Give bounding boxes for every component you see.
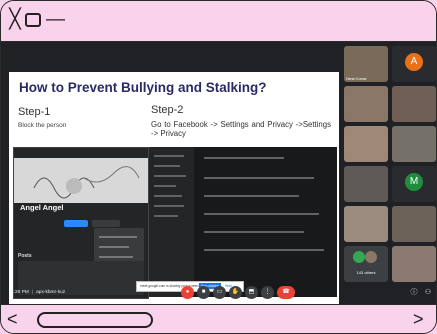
sidebar-line bbox=[154, 155, 184, 157]
scroll-left-icon[interactable]: < bbox=[7, 309, 18, 329]
present-icon: ⬒ bbox=[248, 289, 255, 295]
settings-row bbox=[204, 195, 299, 197]
participant-tile[interactable]: A bbox=[392, 46, 436, 82]
more-participants-tile[interactable]: 143 others bbox=[344, 246, 388, 282]
phone-hangup-icon: ☎ bbox=[282, 289, 290, 295]
captions-button[interactable]: ▭ bbox=[213, 286, 226, 299]
participant-tile[interactable]: M bbox=[392, 166, 436, 202]
participant-tile[interactable] bbox=[392, 126, 436, 162]
info-icon[interactable]: ⓘ bbox=[409, 288, 419, 298]
meeting-info: 4:26 PM | apx-kbmr-kuz bbox=[11, 290, 65, 295]
mic-off-icon: ● bbox=[185, 289, 190, 295]
step1-text: Block the person bbox=[18, 122, 67, 129]
settings-row bbox=[204, 249, 324, 251]
sidebar-line bbox=[154, 215, 178, 217]
step2-title: Step-2 bbox=[151, 104, 184, 116]
participant-name: Harsh Kumar bbox=[346, 77, 367, 81]
people-icon[interactable]: ⚇ bbox=[423, 288, 433, 298]
posts-label: Posts bbox=[18, 253, 32, 259]
scroll-right-icon[interactable]: > bbox=[413, 309, 424, 329]
horizontal-scrollbar[interactable]: < > bbox=[1, 304, 436, 333]
participant-avatar: M bbox=[405, 173, 423, 191]
avatar bbox=[353, 251, 365, 263]
settings-row bbox=[204, 177, 314, 179]
step2-text: Go to Facebook -> Settings and Privacy -… bbox=[151, 120, 331, 138]
separator: | bbox=[31, 290, 34, 295]
end-call-button[interactable]: ☎ bbox=[277, 286, 295, 299]
settings-row bbox=[204, 213, 319, 215]
maximize-icon[interactable] bbox=[25, 13, 41, 27]
meeting-time: 4:26 PM bbox=[11, 290, 29, 295]
sidebar-line bbox=[154, 195, 182, 197]
minimize-icon[interactable]: — bbox=[46, 10, 65, 30]
sidebar-line bbox=[154, 185, 176, 187]
sidebar-line bbox=[154, 205, 184, 207]
participant-tile[interactable] bbox=[344, 166, 388, 202]
more-participants-label: 143 others bbox=[356, 270, 376, 275]
camera-icon: ■ bbox=[201, 289, 206, 295]
mic-button[interactable]: ● bbox=[181, 286, 194, 299]
meeting-code: apx-kbmr-kuz bbox=[36, 290, 66, 295]
slide-title: How to Prevent Bullying and Stalking? bbox=[19, 80, 267, 95]
participant-tile[interactable] bbox=[392, 246, 436, 282]
participant-tile[interactable]: Harsh Kumar bbox=[344, 46, 388, 82]
participant-tile[interactable] bbox=[344, 206, 388, 242]
sidebar-line bbox=[154, 165, 180, 167]
hand-icon: ✋ bbox=[231, 289, 240, 295]
participant-tile[interactable] bbox=[344, 126, 388, 162]
facebook-profile-screenshot: Angel Angel Posts bbox=[13, 147, 149, 299]
participant-tile[interactable] bbox=[344, 86, 388, 122]
menu-line bbox=[99, 256, 133, 258]
add-story-button bbox=[64, 220, 88, 227]
cover-scribble-image bbox=[33, 166, 140, 199]
captions-icon: ▭ bbox=[216, 289, 223, 295]
app-window: ╳ — How to Prevent Bullying and Stalking… bbox=[0, 0, 437, 334]
settings-row bbox=[204, 231, 304, 233]
facebook-settings-screenshot bbox=[149, 147, 337, 297]
title-bar: ╳ — bbox=[1, 1, 436, 42]
more-options-button[interactable]: ⋮ bbox=[261, 286, 274, 299]
sidebar-line bbox=[154, 175, 186, 177]
present-button[interactable]: ⬒ bbox=[245, 286, 258, 299]
profile-name: Angel Angel bbox=[20, 203, 64, 212]
participant-avatar: A bbox=[405, 53, 423, 71]
step1-title: Step-1 bbox=[18, 106, 51, 118]
raise-hand-button[interactable]: ✋ bbox=[229, 286, 242, 299]
settings-sidebar bbox=[149, 147, 194, 297]
edit-profile-button bbox=[92, 220, 120, 227]
participant-tile[interactable] bbox=[392, 86, 436, 122]
menu-line bbox=[99, 236, 137, 238]
camera-button[interactable]: ■ bbox=[197, 286, 210, 299]
menu-line bbox=[99, 246, 129, 248]
more-vert-icon: ⋮ bbox=[264, 289, 271, 295]
meeting-view: How to Prevent Bullying and Stalking? St… bbox=[1, 42, 436, 328]
settings-row bbox=[204, 157, 284, 159]
avatar bbox=[365, 251, 377, 263]
close-icon[interactable]: ╳ bbox=[6, 10, 24, 30]
scroll-thumb[interactable] bbox=[37, 312, 153, 328]
participant-tile[interactable] bbox=[392, 206, 436, 242]
